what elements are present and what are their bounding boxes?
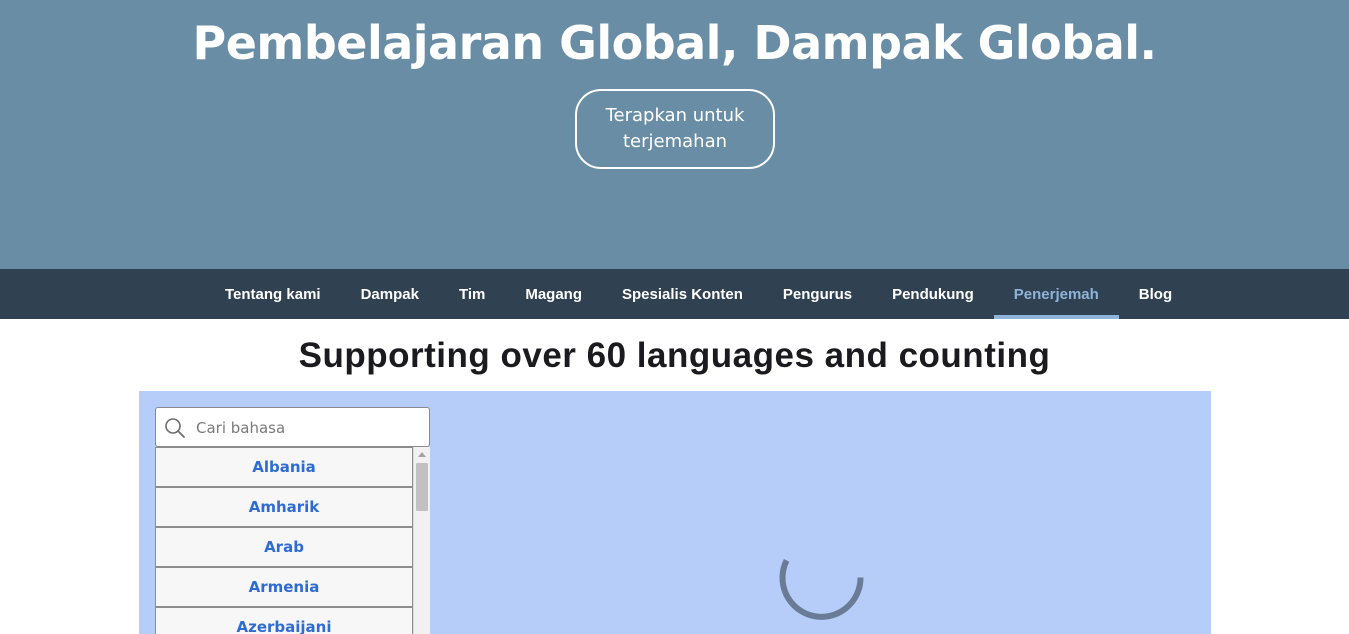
nav-items: Tentang kami Dampak Tim Magang Spesialis Kon…	[205, 269, 1192, 319]
language-item[interactable]: Amharik	[155, 487, 413, 527]
hero-banner: Pembelajaran Global, Dampak Global. Tera…	[0, 0, 1349, 269]
language-list-scrollbar[interactable]	[413, 447, 430, 634]
nav-item-tim[interactable]: Tim	[439, 269, 505, 319]
language-search-input[interactable]	[194, 412, 423, 444]
nav-item-spesialis-konten[interactable]: Spesialis Konten	[602, 269, 763, 319]
nav-item-penerjemah[interactable]: Penerjemah	[994, 269, 1119, 319]
nav-item-magang[interactable]: Magang	[505, 269, 602, 319]
language-item[interactable]: Arab	[155, 527, 413, 567]
language-map-panel: AzerbaijaniArmeniaArabAmharikAlbania	[139, 391, 1211, 634]
apply-translation-button[interactable]: Terapkan untuk terjemahan	[575, 89, 775, 169]
scroll-up-arrow-icon[interactable]	[418, 452, 426, 457]
hero-title: Pembelajaran Global, Dampak Global.	[192, 16, 1158, 70]
section-title: Supporting over 60 languages and countin…	[298, 336, 1051, 375]
nav-item-pendukung[interactable]: Pendukung	[872, 269, 994, 319]
apply-translation-label: Terapkan untuk terjemahan	[605, 105, 745, 152]
scroll-thumb[interactable]	[416, 463, 428, 511]
language-list: Azerbaijani Armenia Arab Amharik Albania	[155, 447, 430, 634]
loading-spinner-icon	[779, 559, 864, 620]
language-item[interactable]: Azerbaijani	[155, 607, 413, 634]
language-item[interactable]: Albania	[155, 447, 413, 487]
search-icon	[165, 418, 185, 438]
nav-item-blog[interactable]: Blog	[1119, 269, 1192, 319]
nav-item-dampak[interactable]: Dampak	[341, 269, 439, 319]
nav-item-tentang-kami[interactable]: Tentang kami	[205, 269, 341, 319]
language-search-box	[155, 407, 430, 447]
main-nav: Tentang kami Dampak Tim Magang Spesialis Kon…	[0, 269, 1349, 319]
language-item[interactable]: Armenia	[155, 567, 413, 607]
nav-item-pengurus[interactable]: Pengurus	[763, 269, 872, 319]
